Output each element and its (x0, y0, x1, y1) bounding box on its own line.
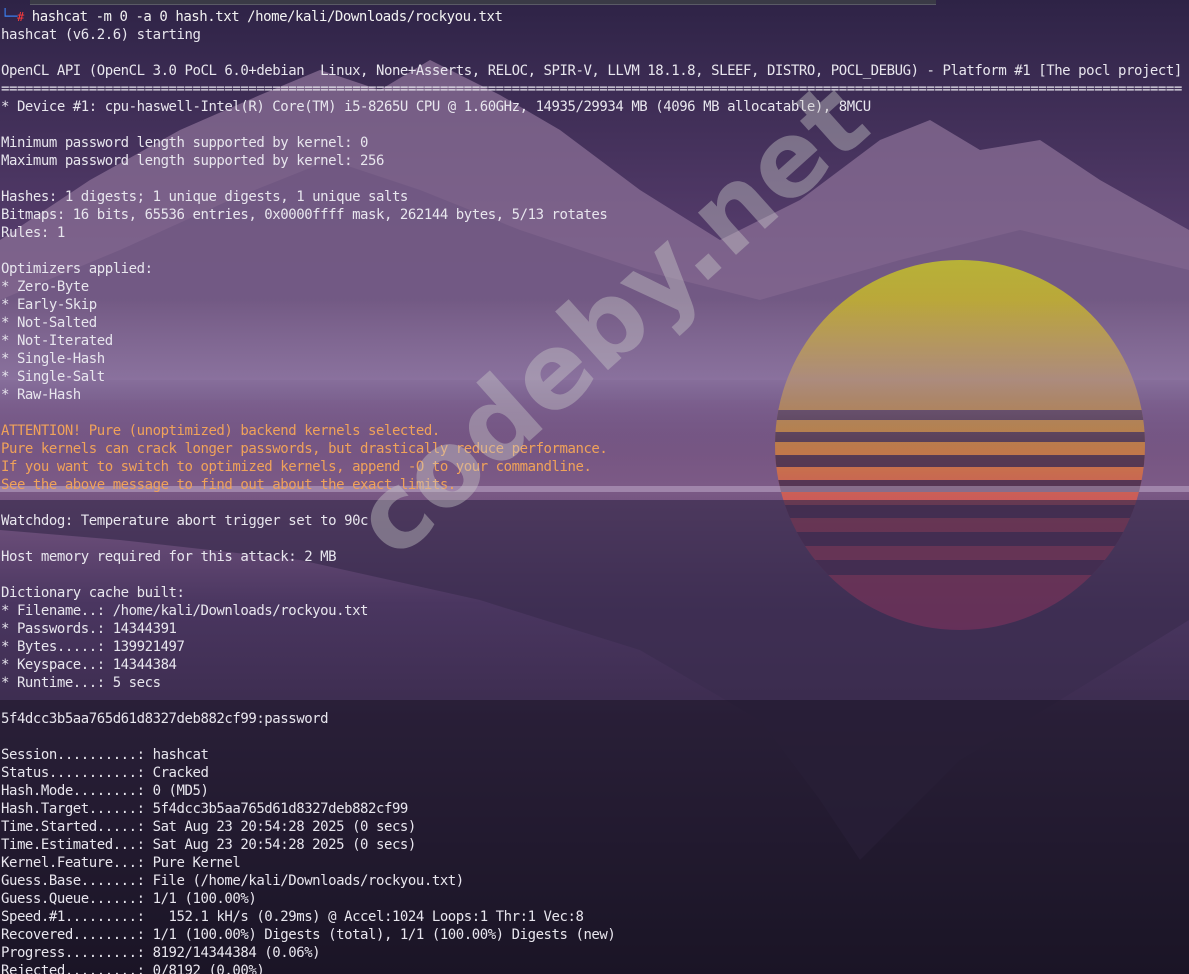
output-line: Hashes: 1 digests; 1 unique digests, 1 u… (1, 189, 408, 205)
output-line: * Filename..: /home/kali/Downloads/rocky… (1, 603, 369, 619)
status-line: Speed.#1.........: 152.1 kH/s (0.29ms) @… (1, 909, 584, 925)
output-line: * Device #1: cpu-haswell-Intel(R) Core(T… (1, 99, 871, 115)
output-line: Watchdog: Temperature abort trigger set … (1, 513, 369, 529)
status-line: Session..........: hashcat (1, 747, 209, 763)
status-line: Rejected.........: 0/8192 (0.00%) (1, 963, 265, 974)
output-line: * Single-Hash (1, 351, 105, 367)
output-line: * Bytes.....: 139921497 (1, 639, 185, 655)
output-line: hashcat (v6.2.6) starting (1, 27, 201, 43)
cracked-hash-line: 5f4dcc3b5aa765d61d8327deb882cf99:passwor… (1, 711, 329, 727)
output-line: Optimizers applied: (1, 261, 153, 277)
output-line: * Passwords.: 14344391 (1, 621, 177, 637)
output-line: * Single-Salt (1, 369, 105, 385)
output-line: Bitmaps: 16 bits, 65536 entries, 0x0000f… (1, 207, 608, 223)
status-line: Guess.Queue......: 1/1 (100.00%) (1, 891, 257, 907)
output-line: OpenCL API (OpenCL 3.0 PoCL 6.0+debian L… (1, 63, 1182, 79)
output-line: Rules: 1 (1, 225, 65, 241)
output-line: * Zero-Byte (1, 279, 89, 295)
status-line: Time.Started.....: Sat Aug 23 20:54:28 2… (1, 819, 416, 835)
status-line: Recovered........: 1/1 (100.00%) Digests… (1, 927, 616, 943)
output-line: * Runtime...: 5 secs (1, 675, 161, 691)
command-text: hashcat -m 0 -a 0 hash.txt /home/kali/Do… (31, 9, 503, 25)
separator-line: ========================================… (1, 81, 1182, 97)
output-line: * Raw-Hash (1, 387, 81, 403)
output-line: * Not-Salted (1, 315, 97, 331)
output-line: Minimum password length supported by ker… (1, 135, 369, 151)
output-line: * Not-Iterated (1, 333, 113, 349)
output-line: Dictionary cache built: (1, 585, 185, 601)
root-prompt-icon: # (16, 10, 24, 24)
window-top-edge (30, 0, 936, 5)
status-line: Time.Estimated...: Sat Aug 23 20:54:28 2… (1, 837, 416, 853)
status-line: Hash.Target......: 5f4dcc3b5aa765d61d832… (1, 801, 408, 817)
status-line: Status...........: Cracked (1, 765, 209, 781)
status-line: Kernel.Feature...: Pure Kernel (1, 855, 241, 871)
warning-line: If you want to switch to optimized kerne… (1, 459, 592, 475)
status-line: Progress.........: 8192/14344384 (0.06%) (1, 945, 321, 961)
prompt-corner: └─ (1, 9, 17, 25)
warning-line: See the above message to find out about … (1, 477, 456, 493)
output-line: * Early-Skip (1, 297, 97, 313)
warning-line: ATTENTION! Pure (unoptimized) backend ke… (1, 423, 440, 439)
status-line: Guess.Base.......: File (/home/kali/Down… (1, 873, 464, 889)
output-line: Maximum password length supported by ker… (1, 153, 384, 169)
command-prompt-line: └─# hashcat -m 0 -a 0 hash.txt /home/kal… (1, 8, 1188, 26)
output-line: * Keyspace..: 14344384 (1, 657, 177, 673)
status-line: Hash.Mode........: 0 (MD5) (1, 783, 209, 799)
warning-line: Pure kernels can crack longer passwords,… (1, 441, 608, 457)
output-line: Host memory required for this attack: 2 … (1, 549, 337, 565)
terminal-output[interactable]: └─# hashcat -m 0 -a 0 hash.txt /home/kal… (1, 8, 1188, 974)
